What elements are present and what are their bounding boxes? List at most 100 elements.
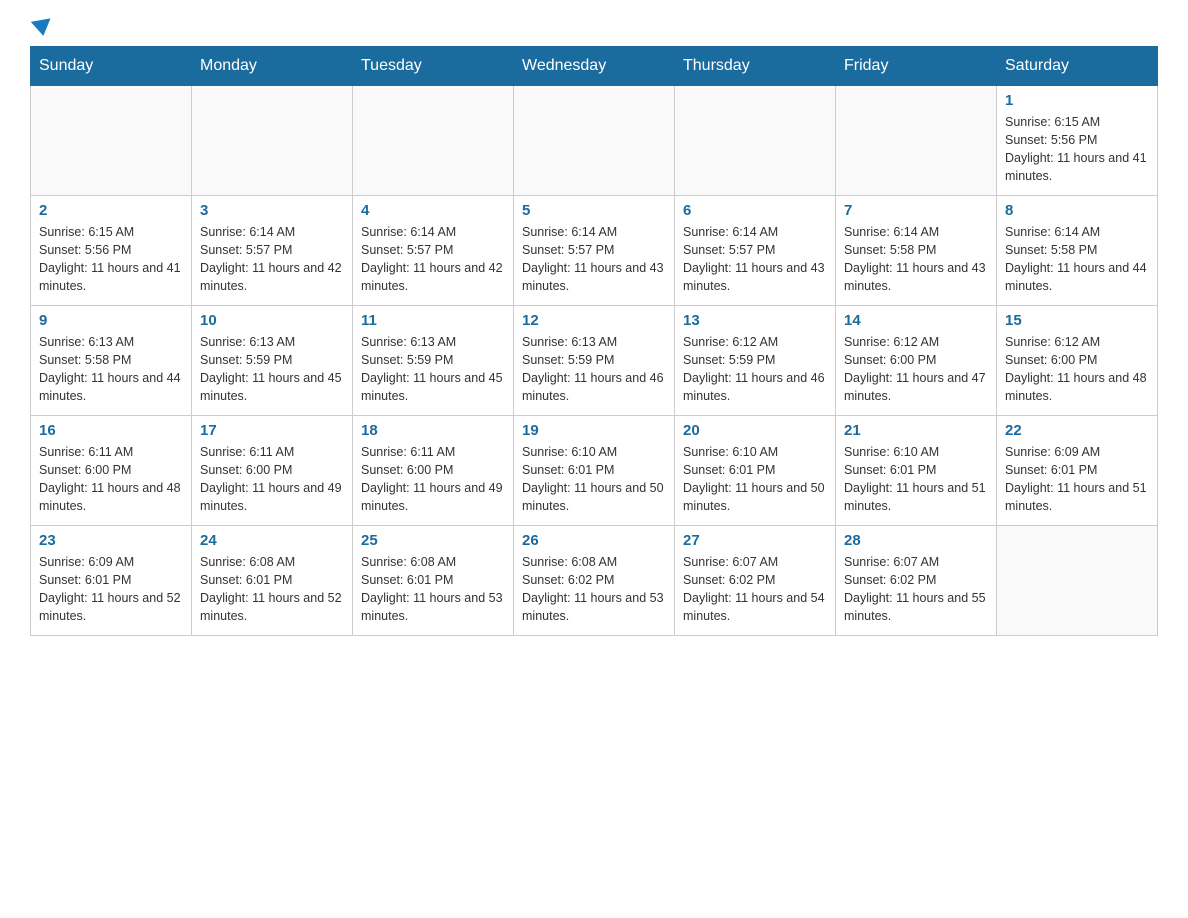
day-number: 13 bbox=[683, 312, 827, 329]
day-info: Sunrise: 6:12 AM Sunset: 6:00 PM Dayligh… bbox=[1005, 333, 1149, 406]
day-number: 27 bbox=[683, 532, 827, 549]
calendar-cell: 19 Sunrise: 6:10 AM Sunset: 6:01 PM Dayli… bbox=[514, 416, 675, 526]
calendar-cell: 25 Sunrise: 6:08 AM Sunset: 6:01 PM Dayli… bbox=[353, 526, 514, 636]
logo-triangle-icon bbox=[31, 18, 53, 37]
day-header-thursday: Thursday bbox=[675, 47, 836, 86]
calendar-cell: 20 Sunrise: 6:10 AM Sunset: 6:01 PM Dayli… bbox=[675, 416, 836, 526]
calendar-cell: 9Sunrise: 6:13 AM Sunset: 5:58 PM Daylig… bbox=[31, 306, 192, 416]
calendar-cell bbox=[192, 86, 353, 196]
calendar-cell: 12 Sunrise: 6:13 AM Sunset: 5:59 PM Dayli… bbox=[514, 306, 675, 416]
calendar-cell: 4 Sunrise: 6:14 AM Sunset: 5:57 PM Daylig… bbox=[353, 196, 514, 306]
day-number: 17 bbox=[200, 422, 344, 439]
day-number: 22 bbox=[1005, 422, 1149, 439]
logo bbox=[30, 20, 52, 36]
calendar-cell: 13 Sunrise: 6:12 AM Sunset: 5:59 PM Dayli… bbox=[675, 306, 836, 416]
day-info: Sunrise: 6:14 AM Sunset: 5:58 PM Dayligh… bbox=[844, 223, 988, 296]
day-info: Sunrise: 6:08 AM Sunset: 6:02 PM Dayligh… bbox=[522, 553, 666, 626]
day-number: 3 bbox=[200, 202, 344, 219]
day-number: 6 bbox=[683, 202, 827, 219]
day-header-wednesday: Wednesday bbox=[514, 47, 675, 86]
week-row-5: 23Sunrise: 6:09 AM Sunset: 6:01 PM Dayli… bbox=[31, 526, 1158, 636]
day-number: 8 bbox=[1005, 202, 1149, 219]
calendar-cell bbox=[353, 86, 514, 196]
day-number: 28 bbox=[844, 532, 988, 549]
day-info: Sunrise: 6:07 AM Sunset: 6:02 PM Dayligh… bbox=[683, 553, 827, 626]
calendar-cell: 15 Sunrise: 6:12 AM Sunset: 6:00 PM Dayli… bbox=[997, 306, 1158, 416]
day-number: 4 bbox=[361, 202, 505, 219]
day-number: 12 bbox=[522, 312, 666, 329]
day-info: Sunrise: 6:14 AM Sunset: 5:57 PM Dayligh… bbox=[361, 223, 505, 296]
calendar-cell bbox=[31, 86, 192, 196]
calendar-cell: 18 Sunrise: 6:11 AM Sunset: 6:00 PM Dayli… bbox=[353, 416, 514, 526]
day-info: Sunrise: 6:14 AM Sunset: 5:57 PM Dayligh… bbox=[522, 223, 666, 296]
day-info: Sunrise: 6:13 AM Sunset: 5:59 PM Dayligh… bbox=[522, 333, 666, 406]
day-info: Sunrise: 6:11 AM Sunset: 6:00 PM Dayligh… bbox=[361, 443, 505, 516]
calendar-header: SundayMondayTuesdayWednesdayThursdayFrid… bbox=[31, 47, 1158, 86]
day-info: Sunrise: 6:08 AM Sunset: 6:01 PM Dayligh… bbox=[200, 553, 344, 626]
week-row-1: 1 Sunrise: 6:15 AM Sunset: 5:56 PM Daylig… bbox=[31, 86, 1158, 196]
calendar-cell: 28 Sunrise: 6:07 AM Sunset: 6:02 PM Dayli… bbox=[836, 526, 997, 636]
day-info: Sunrise: 6:10 AM Sunset: 6:01 PM Dayligh… bbox=[683, 443, 827, 516]
day-number: 15 bbox=[1005, 312, 1149, 329]
day-info: Sunrise: 6:13 AM Sunset: 5:58 PM Dayligh… bbox=[39, 333, 183, 406]
day-number: 21 bbox=[844, 422, 988, 439]
calendar-cell: 17 Sunrise: 6:11 AM Sunset: 6:00 PM Dayli… bbox=[192, 416, 353, 526]
calendar-cell: 6Sunrise: 6:14 AM Sunset: 5:57 PM Daylig… bbox=[675, 196, 836, 306]
calendar-cell: 22 Sunrise: 6:09 AM Sunset: 6:01 PM Dayli… bbox=[997, 416, 1158, 526]
calendar-cell: 8Sunrise: 6:14 AM Sunset: 5:58 PM Daylig… bbox=[997, 196, 1158, 306]
calendar-cell: 23Sunrise: 6:09 AM Sunset: 6:01 PM Dayli… bbox=[31, 526, 192, 636]
calendar-cell: 26 Sunrise: 6:08 AM Sunset: 6:02 PM Dayli… bbox=[514, 526, 675, 636]
day-info: Sunrise: 6:12 AM Sunset: 5:59 PM Dayligh… bbox=[683, 333, 827, 406]
day-info: Sunrise: 6:08 AM Sunset: 6:01 PM Dayligh… bbox=[361, 553, 505, 626]
day-info: Sunrise: 6:15 AM Sunset: 5:56 PM Dayligh… bbox=[39, 223, 183, 296]
day-headers-row: SundayMondayTuesdayWednesdayThursdayFrid… bbox=[31, 47, 1158, 86]
week-row-3: 9Sunrise: 6:13 AM Sunset: 5:58 PM Daylig… bbox=[31, 306, 1158, 416]
day-number: 1 bbox=[1005, 92, 1149, 109]
calendar-cell: 2 Sunrise: 6:15 AM Sunset: 5:56 PM Daylig… bbox=[31, 196, 192, 306]
day-info: Sunrise: 6:09 AM Sunset: 6:01 PM Dayligh… bbox=[1005, 443, 1149, 516]
day-info: Sunrise: 6:07 AM Sunset: 6:02 PM Dayligh… bbox=[844, 553, 988, 626]
day-info: Sunrise: 6:11 AM Sunset: 6:00 PM Dayligh… bbox=[200, 443, 344, 516]
day-info: Sunrise: 6:10 AM Sunset: 6:01 PM Dayligh… bbox=[522, 443, 666, 516]
calendar-cell bbox=[675, 86, 836, 196]
day-number: 7 bbox=[844, 202, 988, 219]
day-info: Sunrise: 6:13 AM Sunset: 5:59 PM Dayligh… bbox=[361, 333, 505, 406]
day-info: Sunrise: 6:09 AM Sunset: 6:01 PM Dayligh… bbox=[39, 553, 183, 626]
day-number: 18 bbox=[361, 422, 505, 439]
day-number: 26 bbox=[522, 532, 666, 549]
day-number: 14 bbox=[844, 312, 988, 329]
day-number: 5 bbox=[522, 202, 666, 219]
day-number: 25 bbox=[361, 532, 505, 549]
day-header-tuesday: Tuesday bbox=[353, 47, 514, 86]
day-number: 2 bbox=[39, 202, 183, 219]
day-number: 19 bbox=[522, 422, 666, 439]
day-header-saturday: Saturday bbox=[997, 47, 1158, 86]
day-number: 16 bbox=[39, 422, 183, 439]
calendar-cell: 5 Sunrise: 6:14 AM Sunset: 5:57 PM Daylig… bbox=[514, 196, 675, 306]
calendar-cell: 1 Sunrise: 6:15 AM Sunset: 5:56 PM Daylig… bbox=[997, 86, 1158, 196]
logo-general-text bbox=[30, 20, 52, 36]
calendar-cell: 14 Sunrise: 6:12 AM Sunset: 6:00 PM Dayli… bbox=[836, 306, 997, 416]
day-header-sunday: Sunday bbox=[31, 47, 192, 86]
calendar-cell: 24 Sunrise: 6:08 AM Sunset: 6:01 PM Dayli… bbox=[192, 526, 353, 636]
calendar-cell bbox=[997, 526, 1158, 636]
day-info: Sunrise: 6:13 AM Sunset: 5:59 PM Dayligh… bbox=[200, 333, 344, 406]
day-number: 11 bbox=[361, 312, 505, 329]
day-info: Sunrise: 6:15 AM Sunset: 5:56 PM Dayligh… bbox=[1005, 113, 1149, 186]
day-header-monday: Monday bbox=[192, 47, 353, 86]
calendar-cell: 21 Sunrise: 6:10 AM Sunset: 6:01 PM Dayli… bbox=[836, 416, 997, 526]
day-info: Sunrise: 6:12 AM Sunset: 6:00 PM Dayligh… bbox=[844, 333, 988, 406]
calendar-cell: 7 Sunrise: 6:14 AM Sunset: 5:58 PM Daylig… bbox=[836, 196, 997, 306]
calendar-cell: 27 Sunrise: 6:07 AM Sunset: 6:02 PM Dayli… bbox=[675, 526, 836, 636]
week-row-2: 2 Sunrise: 6:15 AM Sunset: 5:56 PM Daylig… bbox=[31, 196, 1158, 306]
day-number: 20 bbox=[683, 422, 827, 439]
calendar-cell bbox=[514, 86, 675, 196]
day-info: Sunrise: 6:11 AM Sunset: 6:00 PM Dayligh… bbox=[39, 443, 183, 516]
day-number: 10 bbox=[200, 312, 344, 329]
calendar-cell: 3Sunrise: 6:14 AM Sunset: 5:57 PM Daylig… bbox=[192, 196, 353, 306]
day-info: Sunrise: 6:10 AM Sunset: 6:01 PM Dayligh… bbox=[844, 443, 988, 516]
calendar-body: 1 Sunrise: 6:15 AM Sunset: 5:56 PM Daylig… bbox=[31, 86, 1158, 636]
day-number: 24 bbox=[200, 532, 344, 549]
calendar-cell bbox=[836, 86, 997, 196]
day-header-friday: Friday bbox=[836, 47, 997, 86]
